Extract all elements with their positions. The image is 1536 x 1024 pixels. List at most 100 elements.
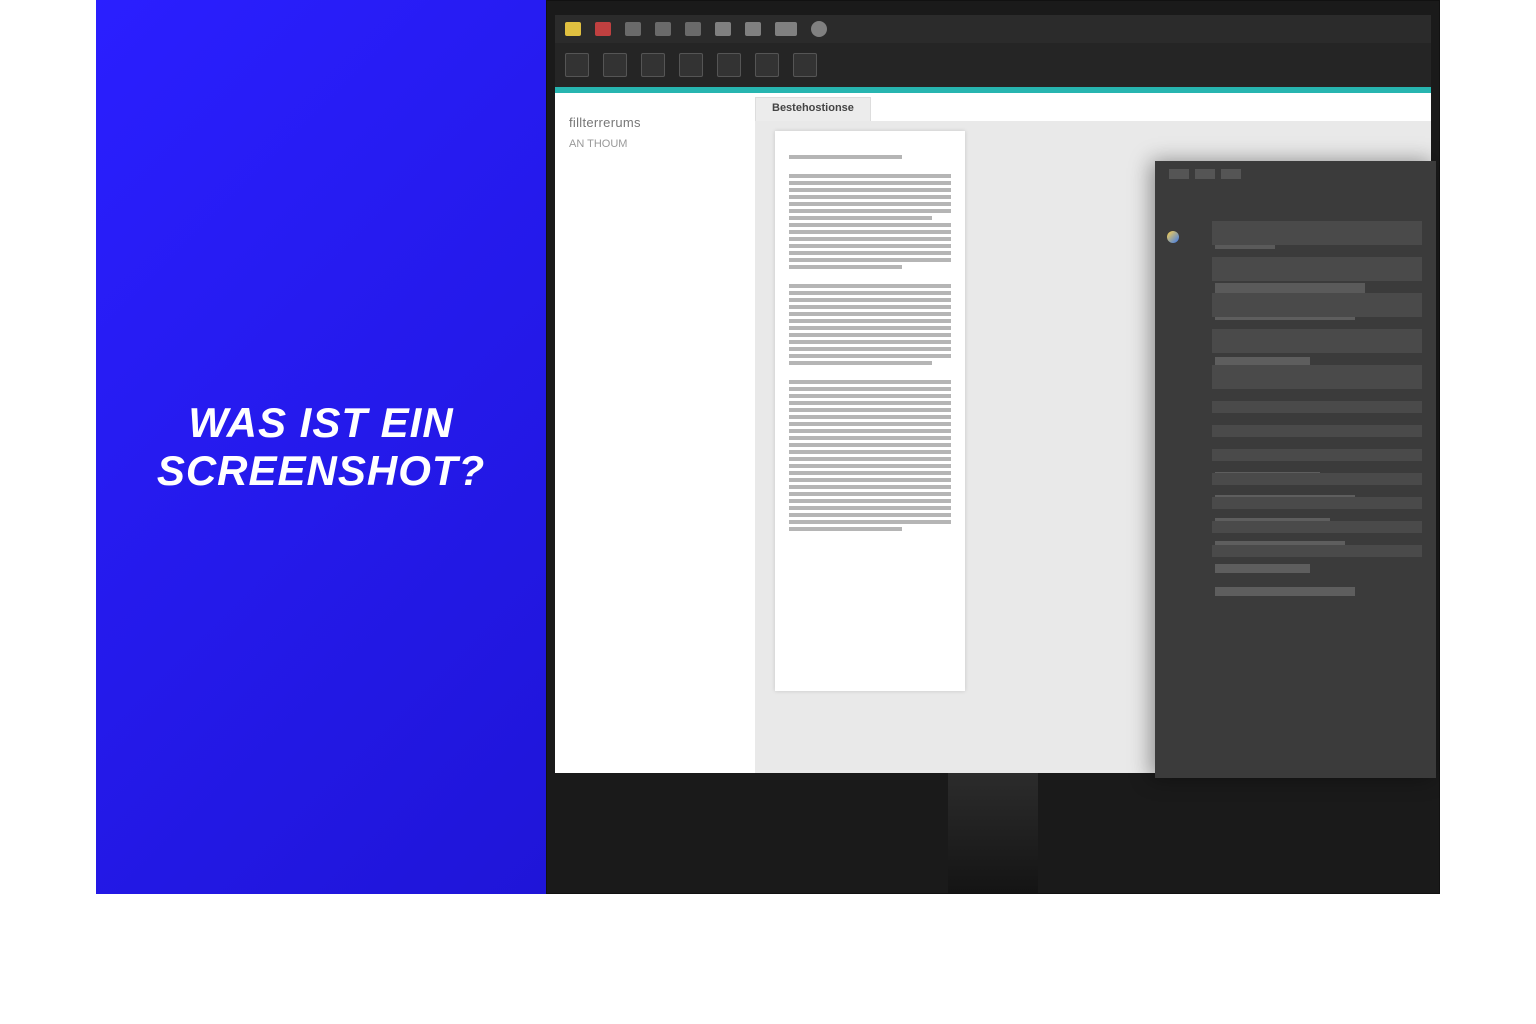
- doc-text-line: [789, 394, 951, 398]
- doc-text-line: [789, 181, 951, 185]
- doc-text-line: [789, 284, 951, 288]
- doc-text-line: [789, 347, 951, 351]
- doc-text-line: [789, 408, 951, 412]
- doc-text-line: [789, 209, 951, 213]
- doc-text-line: [789, 471, 951, 475]
- doc-text-line: [789, 499, 951, 503]
- overlay-list-item[interactable]: [1212, 401, 1422, 413]
- overlay-list-item[interactable]: [1212, 497, 1422, 509]
- doc-text-line: [789, 230, 951, 234]
- ribbon-icon[interactable]: [641, 53, 665, 77]
- overlay-chip: [1169, 169, 1189, 179]
- doc-text-line: [789, 155, 902, 159]
- doc-text-line: [789, 506, 951, 510]
- doc-text-line: [789, 485, 951, 489]
- doc-text-line: [789, 298, 951, 302]
- ribbon-icon[interactable]: [565, 53, 589, 77]
- doc-text-line: [789, 457, 951, 461]
- document-page: [775, 131, 965, 691]
- doc-text-line: [789, 443, 951, 447]
- document-tab[interactable]: Bestehostionse: [755, 97, 871, 121]
- overlay-list-item[interactable]: [1212, 473, 1422, 485]
- doc-text-line: [789, 223, 951, 227]
- document-canvas: [755, 121, 1431, 773]
- monitor-frame: fillterrerums AN THOUM Bestehostionse: [546, 0, 1440, 894]
- ribbon-icon[interactable]: [755, 53, 779, 77]
- doc-text-line: [789, 429, 951, 433]
- doc-text-line: [789, 492, 951, 496]
- doc-text-line: [789, 333, 951, 337]
- toolbar-icon[interactable]: [595, 22, 611, 36]
- doc-text-line: [789, 361, 932, 365]
- doc-text-line: [789, 387, 951, 391]
- toolbar-icon[interactable]: [775, 22, 797, 36]
- overlay-list-item[interactable]: [1212, 449, 1422, 461]
- doc-text-line: [789, 251, 951, 255]
- doc-text-line: [789, 319, 951, 323]
- overlay-chip: [1195, 169, 1215, 179]
- monitor-screen: fillterrerums AN THOUM Bestehostionse: [555, 15, 1431, 773]
- overlay-list-item[interactable]: [1212, 329, 1422, 353]
- workspace: fillterrerums AN THOUM Bestehostionse: [555, 93, 1431, 773]
- doc-text-line: [789, 305, 951, 309]
- doc-text-line: [789, 326, 951, 330]
- overlay-text-line: [1215, 587, 1355, 596]
- nav-title: fillterrerums: [569, 115, 739, 130]
- doc-text-line: [789, 513, 951, 517]
- doc-text-line: [789, 291, 951, 295]
- doc-text-line: [789, 527, 902, 531]
- ribbon-icon[interactable]: [717, 53, 741, 77]
- doc-text-line: [789, 464, 951, 468]
- ribbon-icon[interactable]: [679, 53, 703, 77]
- headline-text: WAS IST EIN SCREENSHOT?: [96, 399, 546, 496]
- overlay-right-column: [1212, 221, 1422, 569]
- doc-text-line: [789, 312, 951, 316]
- toolbar-top: [555, 15, 1431, 43]
- ribbon-icon[interactable]: [603, 53, 627, 77]
- tab-strip: Bestehostionse: [755, 93, 1431, 121]
- ribbon-icon[interactable]: [793, 53, 817, 77]
- doc-text-line: [789, 188, 951, 192]
- toolbar-icon[interactable]: [745, 22, 761, 36]
- toolbar-icon[interactable]: [715, 22, 731, 36]
- doc-text-line: [789, 354, 951, 358]
- overlay-panel: [1155, 161, 1436, 778]
- overlay-list-item[interactable]: [1212, 521, 1422, 533]
- overlay-list-item[interactable]: [1212, 365, 1422, 389]
- side-navigation: fillterrerums AN THOUM: [569, 115, 739, 150]
- doc-text-line: [789, 195, 951, 199]
- overlay-header: [1169, 169, 1422, 187]
- nav-subtitle: AN THOUM: [569, 138, 739, 150]
- doc-text-line: [789, 478, 951, 482]
- overlay-chip: [1221, 169, 1241, 179]
- doc-text-line: [789, 265, 902, 269]
- toolbar-icon[interactable]: [685, 22, 701, 36]
- monitor-stand: [873, 773, 1113, 893]
- toolbar-icon[interactable]: [565, 22, 581, 36]
- doc-text-line: [789, 258, 951, 262]
- doc-text-line: [789, 340, 951, 344]
- toolbar-icon[interactable]: [625, 22, 641, 36]
- doc-text-line: [789, 216, 932, 220]
- doc-text-line: [789, 422, 951, 426]
- doc-text-line: [789, 436, 951, 440]
- left-headline-panel: WAS IST EIN SCREENSHOT?: [96, 0, 546, 894]
- doc-text-line: [789, 401, 951, 405]
- overlay-list-item[interactable]: [1212, 425, 1422, 437]
- monitor-illustration: fillterrerums AN THOUM Bestehostionse: [546, 0, 1440, 894]
- overlay-list-item[interactable]: [1212, 221, 1422, 245]
- doc-text-line: [789, 244, 951, 248]
- toolbar-icon[interactable]: [655, 22, 671, 36]
- overlay-list-item[interactable]: [1212, 545, 1422, 557]
- doc-text-line: [789, 450, 951, 454]
- doc-text-line: [789, 380, 951, 384]
- toolbar-icon[interactable]: [811, 21, 827, 37]
- doc-text-line: [789, 202, 951, 206]
- doc-text-line: [789, 520, 951, 524]
- overlay-list-item[interactable]: [1212, 293, 1422, 317]
- doc-text-line: [789, 237, 951, 241]
- overlay-list-item[interactable]: [1212, 257, 1422, 281]
- toolbar-ribbon: [555, 43, 1431, 87]
- monitor-stand-neck: [948, 773, 1038, 893]
- status-dot-icon: [1167, 231, 1179, 243]
